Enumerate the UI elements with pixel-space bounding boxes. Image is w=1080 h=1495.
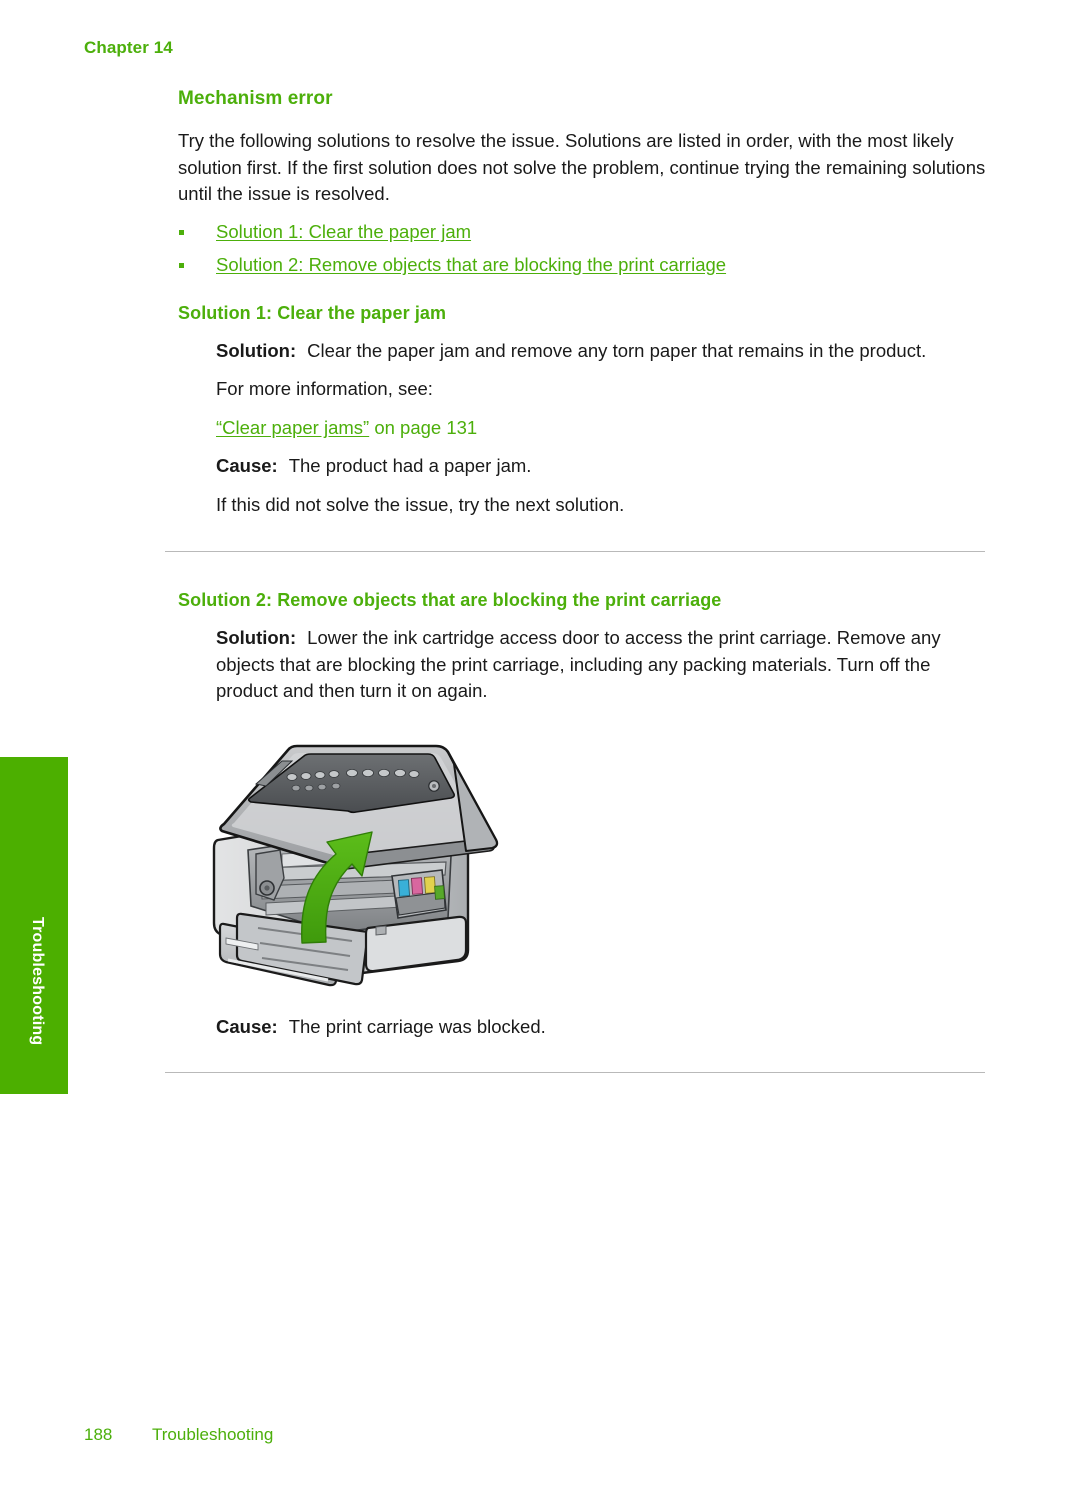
solution-1-next-step: If this did not solve the issue, try the… <box>216 493 625 515</box>
solution-text: Lower the ink cartridge access door to a… <box>216 627 941 701</box>
solution-1-body: Solution: Clear the paper jam and remove … <box>216 338 990 519</box>
side-tab-label: Troubleshooting <box>29 917 46 1046</box>
list-item: Solution 1: Clear the paper jam <box>178 220 990 244</box>
solution-2-solution-paragraph: Solution: Lower the ink cartridge access … <box>216 625 990 705</box>
solution-text: Clear the paper jam and remove any torn … <box>307 339 927 361</box>
page-title: Mechanism error <box>178 88 333 109</box>
list-item: Solution 2: Remove objects that are bloc… <box>178 253 990 277</box>
heading-solution-1: Solution 1: Clear the paper jam <box>178 302 447 323</box>
link-solution-2[interactable]: Solution 2: Remove objects that are bloc… <box>216 254 726 275</box>
section-divider <box>165 1072 985 1073</box>
bullet-square-icon <box>179 229 184 235</box>
cause-label: Cause: <box>216 1016 278 1037</box>
cause-text: The product had a paper jam. <box>288 455 532 476</box>
page-footer: 188 Troubleshooting <box>84 1425 273 1445</box>
solution-2-body: Solution: Lower the ink cartridge access … <box>216 625 990 705</box>
solution-2-cause-block: Cause: The print carriage was blocked. <box>216 1014 990 1053</box>
footer-page-number: 188 <box>84 1425 113 1444</box>
cause-label: Cause: <box>216 455 278 476</box>
solution-1-more-info: For more information, see: <box>216 378 433 399</box>
bullet-square-icon <box>179 262 184 268</box>
solution-2-block: Solution 2: Remove objects that are bloc… <box>178 590 990 717</box>
intro-paragraph: Try the following solutions to resolve t… <box>178 130 986 204</box>
solution-1-solution-paragraph: Solution: Clear the paper jam and remove … <box>216 338 990 365</box>
side-tab-troubleshooting: Troubleshooting <box>0 757 68 1094</box>
footer-section-name: Troubleshooting <box>152 1425 274 1444</box>
solution-1-xref-paragraph: “Clear paper jams” on page 131 <box>216 415 990 442</box>
section-divider <box>165 551 985 552</box>
xref-page-suffix: on page 131 <box>369 416 478 438</box>
solution-2-cause-paragraph: Cause: The print carriage was blocked. <box>216 1014 990 1041</box>
link-solution-1[interactable]: Solution 1: Clear the paper jam <box>216 221 471 242</box>
cause-text: The print carriage was blocked. <box>288 1016 546 1037</box>
printer-illustration <box>196 728 526 1028</box>
solution-label: Solution: <box>216 627 297 648</box>
link-clear-paper-jams[interactable]: “Clear paper jams” <box>216 417 369 438</box>
heading-solution-2: Solution 2: Remove objects that are bloc… <box>178 590 722 610</box>
page-content: Mechanism error Try the following soluti… <box>178 88 990 530</box>
chapter-header: Chapter 14 <box>84 38 173 57</box>
solution-link-list: Solution 1: Clear the paper jam Solution… <box>178 220 990 277</box>
solution-label: Solution: <box>216 339 297 361</box>
solution-1-cause-paragraph: Cause: The product had a paper jam. <box>216 453 990 480</box>
